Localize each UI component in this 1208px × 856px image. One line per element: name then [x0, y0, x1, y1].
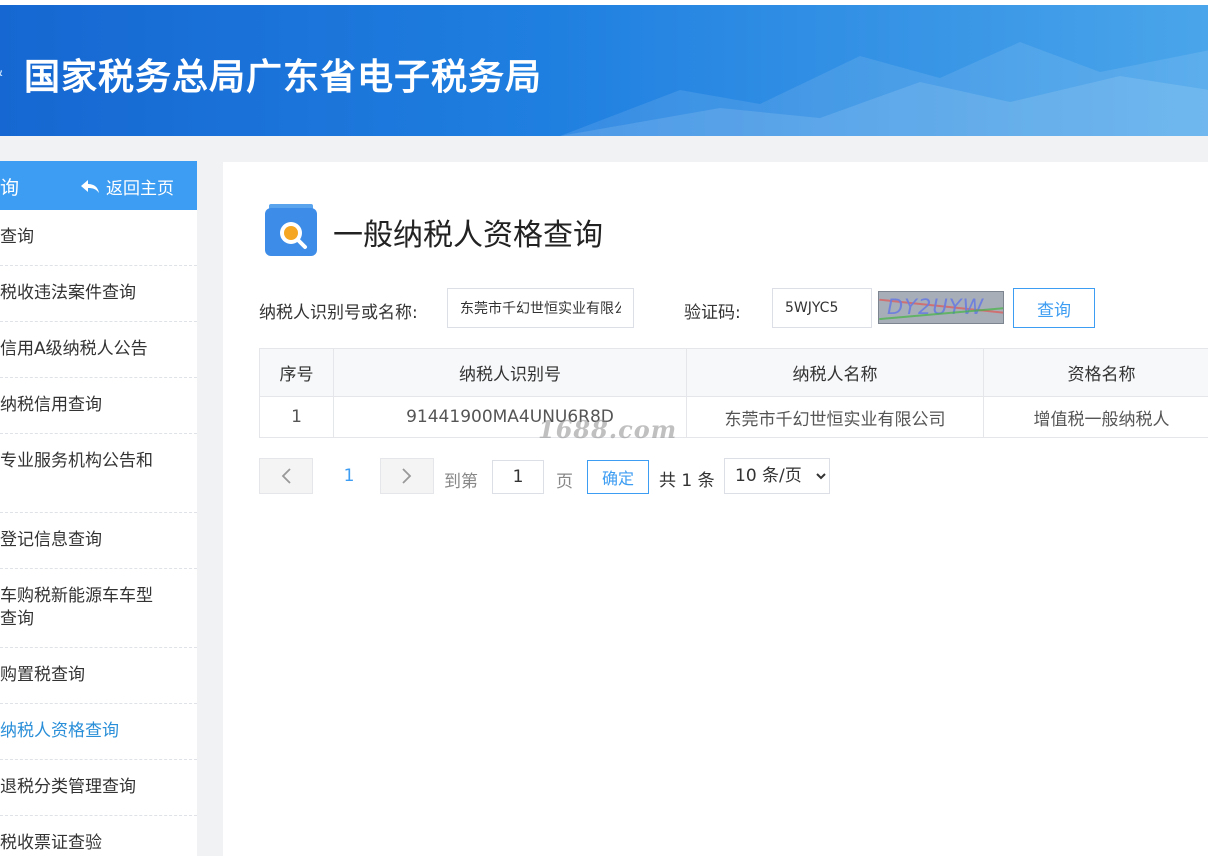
total-count: 共 1 条 [659, 471, 715, 491]
sidebar-header: 询 返回主页 [0, 161, 197, 210]
cell-taxpayer-id: 91441900MA4UNU6R8D [333, 396, 687, 438]
cell-qualification: 增值税一般纳税人 [983, 396, 1208, 438]
sidebar-item-tax-receipt[interactable]: 税收票证查验 [0, 816, 197, 856]
search-document-icon [265, 204, 317, 256]
sidebar-item-registration[interactable]: 登记信息查询 [0, 513, 197, 569]
taxpayer-label: 纳税人识别号或名称: [259, 303, 418, 323]
goto-page-input[interactable] [492, 460, 544, 494]
captcha-label: 验证码: [684, 303, 741, 323]
sidebar: 询 返回主页 查询 税收违法案件查询 信用A级纳税人公告 纳税信用查询 专业服务… [0, 161, 197, 856]
goto-confirm-button[interactable]: 确定 [587, 460, 649, 494]
sidebar-item-label: 纳税信用查询 [0, 395, 102, 415]
result-table: 序号 纳税人识别号 纳税人名称 资格名称 1 91441900MA4UNU6R8… [259, 348, 1208, 438]
prev-page-button[interactable] [259, 458, 313, 494]
sidebar-item-label: 纳税人资格查询 [0, 721, 119, 741]
sidebar-item-label: 税收票证查验 [0, 833, 102, 853]
page-title: 一般纳税人资格查询 [333, 218, 603, 253]
sidebar-item-label: 退税分类管理查询 [0, 777, 136, 797]
chevron-left-icon [281, 468, 291, 484]
sidebar-item-label: 信用A级纳税人公告 [0, 339, 148, 359]
sidebar-item-taxpayer-qualification[interactable]: 纳税人资格查询 [0, 704, 197, 760]
query-form: 纳税人识别号或名称: 验证码: DY2UYW 查询 [259, 288, 1208, 328]
page-unit-label: 页 [556, 472, 573, 492]
site-title: 国家税务总局广东省电子税务局 [24, 57, 543, 98]
sidebar-title: 询 [0, 177, 20, 199]
sidebar-item-label: 登记信息查询 [0, 530, 102, 550]
sidebar-item-label: 购置税查询 [0, 665, 85, 685]
column-header-qualification: 资格名称 [983, 348, 1208, 397]
sidebar-item-label: 专业服务机构公告和 [0, 451, 153, 471]
mountain-decoration [560, 42, 1208, 136]
sidebar-item-tax-credit[interactable]: 纳税信用查询 [0, 378, 197, 434]
column-header-index: 序号 [259, 348, 334, 397]
sidebar-item-purchase-tax[interactable]: 购置税查询 [0, 648, 197, 704]
column-header-taxpayer-id: 纳税人识别号 [333, 348, 687, 397]
page-size-select[interactable]: 10 条/页 [724, 458, 830, 494]
logo-fragment: & [0, 64, 3, 80]
sidebar-item-label: 车购税新能源车车型查询 [0, 586, 153, 629]
sidebar-item-label: 查询 [0, 227, 34, 247]
cell-taxpayer-name: 东莞市千幻世恒实业有限公司 [686, 396, 984, 438]
header-top-strip [0, 0, 1208, 5]
sidebar-item-service-agency[interactable]: 专业服务机构公告和 [0, 434, 197, 513]
sidebar-item-label: 税收违法案件查询 [0, 283, 136, 303]
main-content: 一般纳税人资格查询 纳税人识别号或名称: 验证码: DY2UYW 查询 序号 纳… [223, 162, 1208, 856]
cell-index: 1 [259, 396, 334, 438]
back-home-label: 返回主页 [106, 179, 174, 199]
page-number-current[interactable]: 1 [339, 466, 359, 486]
taxpayer-input[interactable] [447, 288, 634, 328]
next-page-button[interactable] [380, 458, 434, 494]
sidebar-item-credit-a[interactable]: 信用A级纳税人公告 [0, 322, 197, 378]
captcha-input[interactable] [772, 288, 872, 328]
sidebar-item-new-energy-vehicle[interactable]: 车购税新能源车车型查询 [0, 569, 197, 648]
chevron-right-icon [402, 468, 412, 484]
column-header-taxpayer-name: 纳税人名称 [686, 348, 984, 397]
table-row: 1 91441900MA4UNU6R8D 东莞市千幻世恒实业有限公司 增值税一般… [259, 396, 1208, 438]
back-home-button[interactable]: 返回主页 [80, 174, 174, 199]
goto-label: 到第 [444, 472, 478, 492]
table-header-row: 序号 纳税人识别号 纳税人名称 资格名称 [259, 348, 1208, 397]
pagination: 1 到第 页 确定 共 1 条 10 条/页 [259, 458, 899, 494]
sidebar-item-tax-violation[interactable]: 税收违法案件查询 [0, 266, 197, 322]
sidebar-item-refund-classification[interactable]: 退税分类管理查询 [0, 760, 197, 816]
sidebar-item-query[interactable]: 查询 [0, 210, 197, 266]
captcha-image[interactable]: DY2UYW [878, 291, 1004, 324]
back-arrow-icon [81, 179, 99, 193]
query-button[interactable]: 查询 [1013, 288, 1095, 328]
header-banner: & 国家税务总局广东省电子税务局 [0, 0, 1208, 136]
